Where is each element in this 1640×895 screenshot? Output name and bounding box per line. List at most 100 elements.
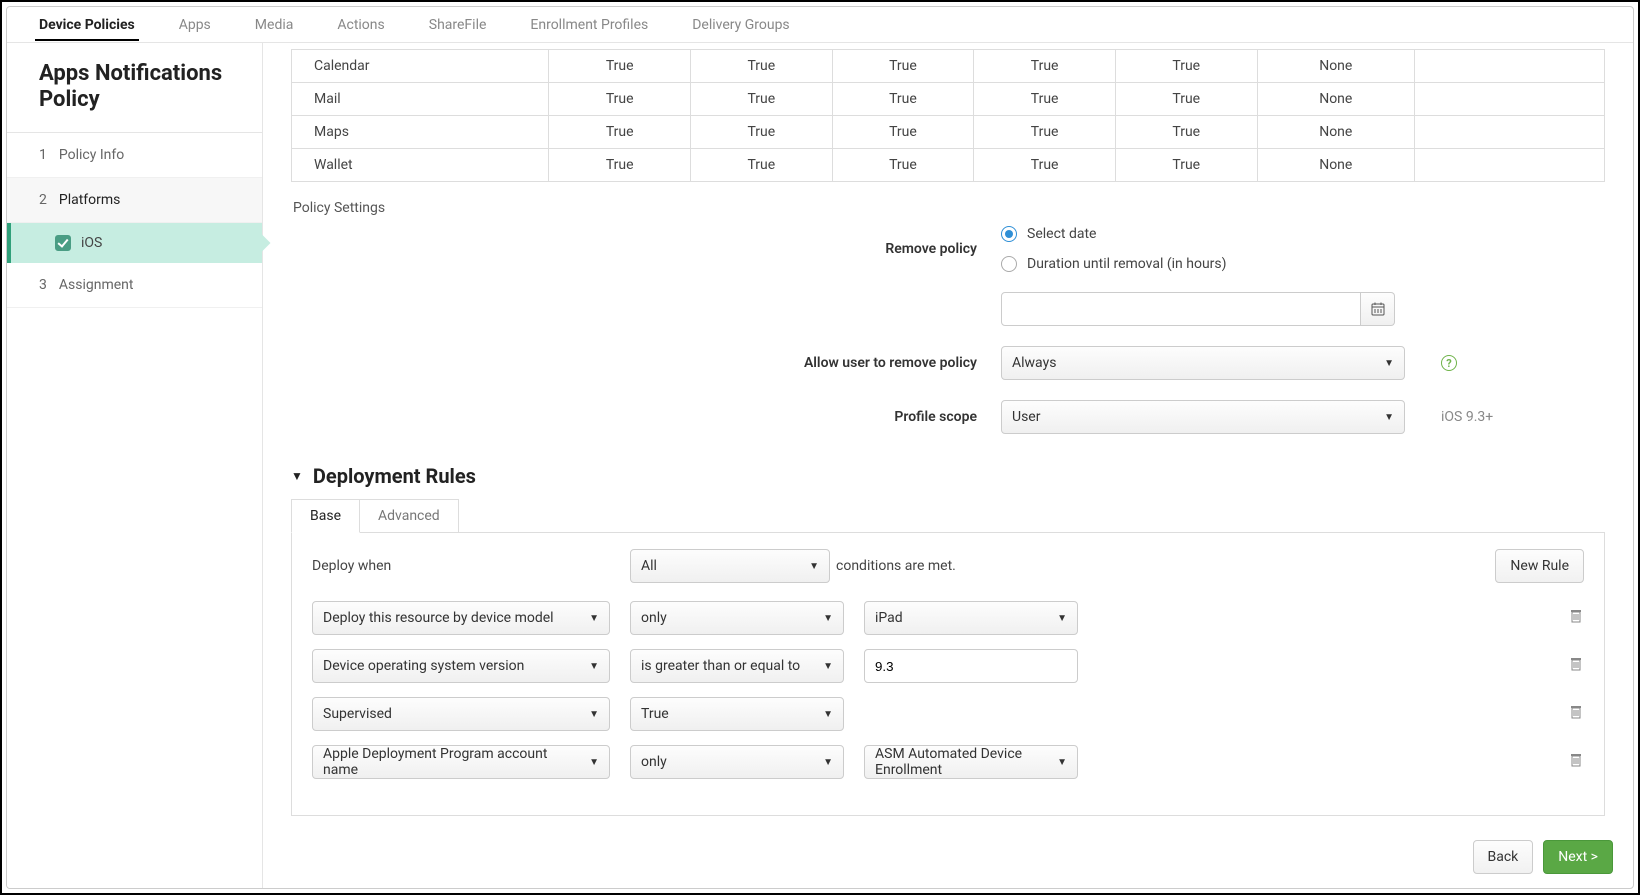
caret-down-icon: ▼ [823, 757, 833, 768]
step-label: Policy Info [59, 147, 124, 163]
deployment-rules-toggle[interactable]: ▼ Deployment Rules [291, 464, 1605, 488]
nav-apps[interactable]: Apps [175, 9, 215, 41]
nav-media[interactable]: Media [251, 9, 298, 41]
radio-icon [1001, 256, 1017, 272]
rule-row: Deploy this resource by device model ▼ onl… [312, 601, 1584, 635]
deployment-tabs: Base Advanced [291, 498, 1605, 532]
main-content: CalendarTrueTrueTrueTrueTrueNoneMailTrue… [263, 43, 1633, 888]
select-value: Device operating system version [323, 658, 524, 674]
caret-down-icon: ▼ [1057, 613, 1067, 624]
step-label: Platforms [59, 192, 121, 208]
select-value: Always [1012, 355, 1056, 371]
new-rule-button[interactable]: New Rule [1495, 549, 1584, 583]
select-value: ASM Automated Device Enrollment [875, 746, 1047, 778]
actions-cell [1415, 116, 1605, 149]
caret-down-icon: ▼ [809, 561, 819, 572]
value-cell: True [1115, 50, 1257, 83]
table-row: MailTrueTrueTrueTrueTrueNone [292, 83, 1605, 116]
caret-down-icon: ▼ [589, 661, 599, 672]
delete-rule-icon[interactable] [1568, 752, 1584, 772]
value-cell: None [1257, 149, 1414, 182]
app-name-cell: Wallet [292, 149, 549, 182]
value-cell: True [691, 83, 833, 116]
tab-advanced[interactable]: Advanced [360, 499, 459, 533]
delete-rule-icon[interactable] [1568, 704, 1584, 724]
radio-select-date[interactable]: Select date [1001, 226, 1227, 242]
nav-delivery-groups[interactable]: Delivery Groups [688, 9, 793, 41]
rule-operator-select[interactable]: only▼ [630, 601, 844, 635]
caret-down-icon: ▼ [823, 709, 833, 720]
rule-row: Device operating system version▼is great… [312, 649, 1584, 683]
rule-operator-select[interactable]: is greater than or equal to ▼ [630, 649, 844, 683]
radio-label: Duration until removal (in hours) [1027, 256, 1227, 272]
value-cell: True [974, 83, 1116, 116]
checkbox-icon [55, 235, 71, 251]
page-title: Apps Notifications Policy [7, 43, 262, 133]
step-platforms[interactable]: 2 Platforms [7, 178, 262, 223]
wizard-footer: Back Next > [1473, 840, 1614, 874]
remove-policy-label: Remove policy [291, 241, 1001, 257]
value-cell: True [691, 149, 833, 182]
select-value: User [1012, 409, 1040, 425]
rule-field-select[interactable]: Apple Deployment Program account name▼ [312, 745, 610, 779]
rule-row: Supervised ▼ True ▼ [312, 697, 1584, 731]
top-nav: Device Policies Apps Media Actions Share… [7, 7, 1633, 43]
select-value: All [641, 558, 657, 574]
app-name-cell: Mail [292, 83, 549, 116]
profile-scope-label: Profile scope [291, 409, 1001, 425]
allow-remove-label: Allow user to remove policy [291, 355, 1001, 371]
tab-base[interactable]: Base [291, 499, 360, 533]
value-cell: None [1257, 50, 1414, 83]
caret-down-icon: ▼ [589, 613, 599, 624]
step-label: Assignment [59, 277, 134, 293]
profile-scope-select[interactable]: User ▼ [1001, 400, 1405, 434]
nav-actions[interactable]: Actions [333, 9, 388, 41]
scope-hint: iOS 9.3+ [1441, 409, 1493, 425]
policy-settings-heading: Policy Settings [293, 200, 1605, 216]
next-button[interactable]: Next > [1543, 840, 1613, 874]
caret-down-icon: ▼ [823, 661, 833, 672]
value-cell: True [832, 149, 974, 182]
rule-value-select[interactable]: iPad▼ [864, 601, 1078, 635]
select-value: Deploy this resource by device model [323, 610, 554, 626]
value-cell: None [1257, 116, 1414, 149]
value-cell: True [1115, 83, 1257, 116]
rule-operator-select[interactable]: only▼ [630, 745, 844, 779]
rule-field-select[interactable]: Deploy this resource by device model ▼ [312, 601, 610, 635]
rule-value-input[interactable] [864, 649, 1078, 683]
nav-enrollment-profiles[interactable]: Enrollment Profiles [526, 9, 652, 41]
remove-date-input[interactable] [1001, 292, 1361, 326]
nav-device-policies[interactable]: Device Policies [35, 9, 139, 41]
table-row: MapsTrueTrueTrueTrueTrueNone [292, 116, 1605, 149]
help-icon[interactable]: ? [1441, 355, 1457, 371]
substep-ios[interactable]: iOS [7, 223, 262, 263]
delete-rule-icon[interactable] [1568, 656, 1584, 676]
allow-remove-select[interactable]: Always ▼ [1001, 346, 1405, 380]
caret-down-icon: ▼ [589, 709, 599, 720]
value-cell: True [549, 83, 691, 116]
step-policy-info[interactable]: 1 Policy Info [7, 133, 262, 178]
value-cell: True [549, 149, 691, 182]
value-cell: True [832, 116, 974, 149]
nav-sharefile[interactable]: ShareFile [425, 9, 491, 41]
radio-label: Select date [1027, 226, 1096, 242]
conditions-met-label: conditions are met. [836, 558, 1475, 574]
rule-value-select[interactable]: ASM Automated Device Enrollment ▼ [864, 745, 1078, 779]
rule-operator-select[interactable]: True ▼ [630, 697, 844, 731]
app-name-cell: Maps [292, 116, 549, 149]
caret-down-icon: ▼ [1384, 412, 1394, 423]
rule-field-select[interactable]: Supervised ▼ [312, 697, 610, 731]
select-value: Supervised [323, 706, 392, 722]
caret-down-icon: ▼ [1057, 757, 1067, 768]
deploy-match-select[interactable]: All ▼ [630, 549, 830, 583]
radio-duration[interactable]: Duration until removal (in hours) [1001, 256, 1227, 272]
back-button[interactable]: Back [1473, 840, 1534, 874]
delete-rule-icon[interactable] [1568, 608, 1584, 628]
calendar-button[interactable] [1361, 292, 1395, 326]
step-assignment[interactable]: 3 Assignment [7, 263, 262, 308]
select-value: is greater than or equal to [641, 658, 800, 674]
value-cell: True [974, 50, 1116, 83]
rule-field-select[interactable]: Device operating system version ▼ [312, 649, 610, 683]
value-cell: True [1115, 116, 1257, 149]
select-value: True [641, 706, 669, 722]
